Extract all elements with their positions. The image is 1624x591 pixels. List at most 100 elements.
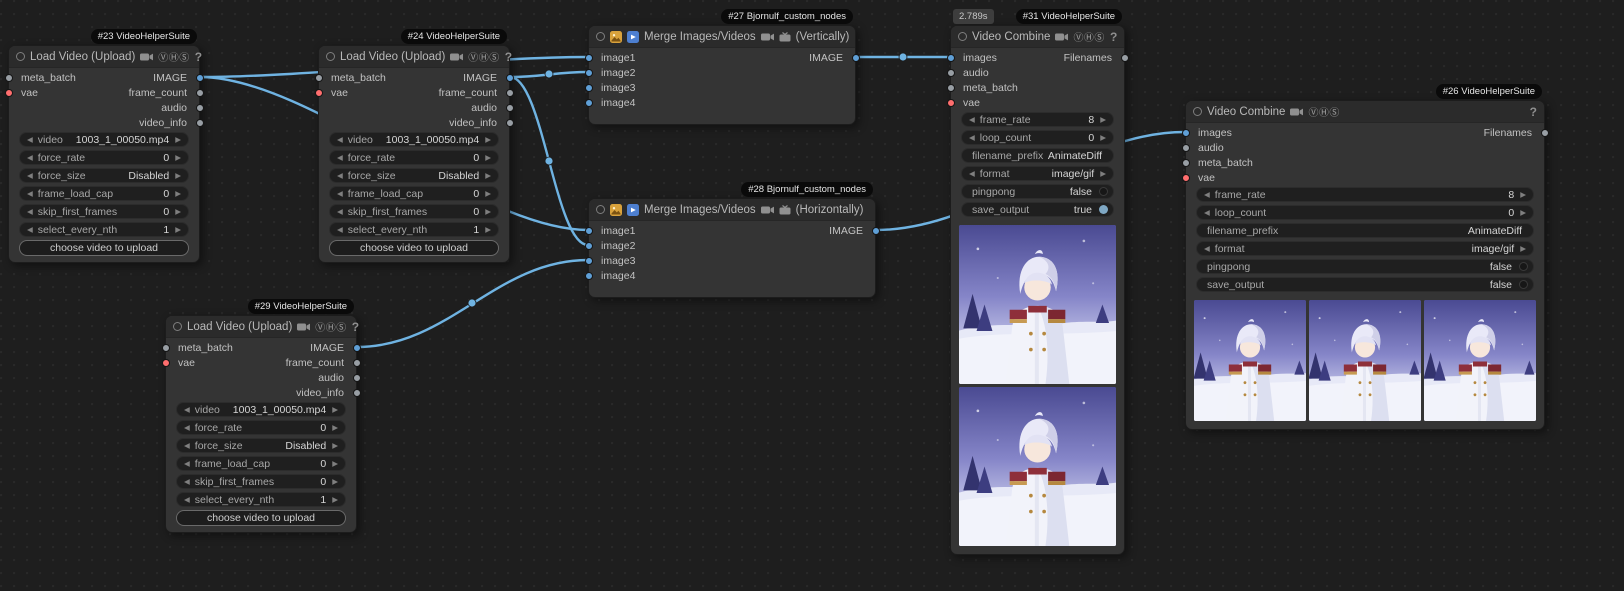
- arrow-right-icon[interactable]: ▶: [172, 190, 184, 198]
- input-slot-image4[interactable]: [585, 272, 593, 280]
- input-slot-vae[interactable]: [5, 89, 13, 97]
- widget-skip-first-frames[interactable]: ◀ skip_first_frames 0 ▶: [19, 204, 189, 219]
- arrow-left-icon[interactable]: ◀: [181, 424, 193, 432]
- widget-video[interactable]: ◀ video 1003_1_00050.mp4 ▶: [176, 402, 346, 417]
- widget-force-rate[interactable]: ◀ force_rate 0 ▶: [19, 150, 189, 165]
- widget-force-size[interactable]: ◀ force_size Disabled ▶: [19, 168, 189, 183]
- arrow-left-icon[interactable]: ◀: [1201, 209, 1213, 217]
- arrow-right-icon[interactable]: ▶: [1517, 245, 1529, 253]
- arrow-right-icon[interactable]: ▶: [172, 208, 184, 216]
- input-slot-images[interactable]: [947, 54, 955, 62]
- widget-select-every-nth[interactable]: ◀ select_every_nth 1 ▶: [329, 222, 499, 237]
- output-slot-frame-count[interactable]: [353, 359, 361, 367]
- node-header[interactable]: Video Combine ⓋⒽⓈ ?: [1186, 101, 1544, 123]
- widget-frame-load-cap[interactable]: ◀ frame_load_cap 0 ▶: [329, 186, 499, 201]
- arrow-left-icon[interactable]: ◀: [181, 496, 193, 504]
- node-26-video-combine[interactable]: #26 VideoHelperSuite Video Combine ⓋⒽⓈ ?…: [1185, 100, 1545, 430]
- output-slot-frame-count[interactable]: [506, 89, 514, 97]
- widget-loop-count[interactable]: ◀ loop_count 0 ▶: [1196, 205, 1534, 220]
- input-slot-image4[interactable]: [585, 99, 593, 107]
- collapse-icon[interactable]: [596, 205, 605, 214]
- input-slot-meta-batch[interactable]: [947, 84, 955, 92]
- gif-preview[interactable]: [1186, 295, 1544, 429]
- arrow-left-icon[interactable]: ◀: [1201, 191, 1213, 199]
- output-slot-audio[interactable]: [353, 374, 361, 382]
- arrow-right-icon[interactable]: ▶: [482, 136, 494, 144]
- arrow-left-icon[interactable]: ◀: [24, 154, 36, 162]
- output-slot-image[interactable]: [506, 74, 514, 82]
- help-icon[interactable]: ?: [505, 50, 512, 64]
- widget-frame-rate[interactable]: ◀ frame_rate 8 ▶: [961, 112, 1114, 127]
- node-header[interactable]: Load Video (Upload) ⓋⒽⓈ ?: [166, 316, 356, 338]
- output-slot-image[interactable]: [872, 227, 880, 235]
- output-slot-frame-count[interactable]: [196, 89, 204, 97]
- node-header[interactable]: Merge Images/Videos (Horizontally): [589, 199, 875, 221]
- arrow-left-icon[interactable]: ◀: [1201, 245, 1213, 253]
- output-slot-filenames[interactable]: [1541, 129, 1549, 137]
- help-icon[interactable]: ?: [1530, 105, 1537, 119]
- widget-format[interactable]: ◀ format image/gif ▶: [1196, 241, 1534, 256]
- collapse-icon[interactable]: [596, 32, 605, 41]
- widget-force-rate[interactable]: ◀ force_rate 0 ▶: [176, 420, 346, 435]
- input-slot-audio[interactable]: [1182, 144, 1190, 152]
- arrow-right-icon[interactable]: ▶: [1097, 134, 1109, 142]
- input-slot-vae[interactable]: [162, 359, 170, 367]
- input-slot-image3[interactable]: [585, 257, 593, 265]
- arrow-right-icon[interactable]: ▶: [329, 424, 341, 432]
- input-slot-meta-batch[interactable]: [162, 344, 170, 352]
- widget-force-size[interactable]: ◀ force_size Disabled ▶: [176, 438, 346, 453]
- arrow-left-icon[interactable]: ◀: [24, 208, 36, 216]
- input-slot-meta-batch[interactable]: [5, 74, 13, 82]
- input-slot-vae[interactable]: [947, 99, 955, 107]
- widget-frame-load-cap[interactable]: ◀ frame_load_cap 0 ▶: [19, 186, 189, 201]
- help-icon[interactable]: ?: [195, 50, 202, 64]
- output-slot-audio[interactable]: [196, 104, 204, 112]
- widget-filename-prefix[interactable]: filename_prefix AnimateDiff: [961, 148, 1114, 163]
- widget-format[interactable]: ◀ format image/gif ▶: [961, 166, 1114, 181]
- output-slot-image[interactable]: [852, 54, 860, 62]
- arrow-right-icon[interactable]: ▶: [482, 208, 494, 216]
- arrow-right-icon[interactable]: ▶: [329, 460, 341, 468]
- arrow-right-icon[interactable]: ▶: [1097, 170, 1109, 178]
- arrow-right-icon[interactable]: ▶: [1517, 191, 1529, 199]
- widget-skip-first-frames[interactable]: ◀ skip_first_frames 0 ▶: [329, 204, 499, 219]
- output-slot-image[interactable]: [353, 344, 361, 352]
- arrow-right-icon[interactable]: ▶: [329, 478, 341, 486]
- input-slot-image1[interactable]: [585, 54, 593, 62]
- widget-frame-rate[interactable]: ◀ frame_rate 8 ▶: [1196, 187, 1534, 202]
- collapse-icon[interactable]: [16, 52, 25, 61]
- choose-video-button[interactable]: choose video to upload: [176, 510, 346, 526]
- node-29-load-video[interactable]: #29 VideoHelperSuite Load Video (Upload)…: [165, 315, 357, 533]
- widget-video[interactable]: ◀ video 1003_1_00050.mp4 ▶: [19, 132, 189, 147]
- input-slot-meta-batch[interactable]: [1182, 159, 1190, 167]
- output-slot-video-info[interactable]: [353, 389, 361, 397]
- node-31-video-combine[interactable]: 2.789s #31 VideoHelperSuite Video Combin…: [950, 25, 1125, 555]
- input-slot-images[interactable]: [1182, 129, 1190, 137]
- arrow-right-icon[interactable]: ▶: [329, 442, 341, 450]
- widget-loop-count[interactable]: ◀ loop_count 0 ▶: [961, 130, 1114, 145]
- input-slot-image2[interactable]: [585, 242, 593, 250]
- arrow-right-icon[interactable]: ▶: [329, 406, 341, 414]
- arrow-right-icon[interactable]: ▶: [482, 190, 494, 198]
- input-slot-vae[interactable]: [1182, 174, 1190, 182]
- arrow-left-icon[interactable]: ◀: [334, 208, 346, 216]
- node-header[interactable]: Load Video (Upload) ⓋⒽⓈ ?: [319, 46, 509, 68]
- widget-select-every-nth[interactable]: ◀ select_every_nth 1 ▶: [176, 492, 346, 507]
- output-slot-video-info[interactable]: [196, 119, 204, 127]
- link-midpoint-dot[interactable]: [468, 299, 476, 307]
- link-midpoint-dot[interactable]: [545, 70, 553, 78]
- collapse-icon[interactable]: [326, 52, 335, 61]
- node-24-load-video[interactable]: #24 VideoHelperSuite Load Video (Upload)…: [318, 45, 510, 263]
- widget-save-output[interactable]: save_output true: [961, 202, 1114, 217]
- node-header[interactable]: Merge Images/Videos (Vertically): [589, 26, 855, 48]
- output-slot-audio[interactable]: [506, 104, 514, 112]
- widget-video[interactable]: ◀ video 1003_1_00050.mp4 ▶: [329, 132, 499, 147]
- arrow-right-icon[interactable]: ▶: [172, 172, 184, 180]
- arrow-left-icon[interactable]: ◀: [24, 226, 36, 234]
- collapse-icon[interactable]: [1193, 107, 1202, 116]
- output-slot-filenames[interactable]: [1121, 54, 1129, 62]
- widget-pingpong[interactable]: pingpong false: [1196, 259, 1534, 274]
- arrow-left-icon[interactable]: ◀: [334, 136, 346, 144]
- help-icon[interactable]: ?: [352, 320, 359, 334]
- widget-filename-prefix[interactable]: filename_prefix AnimateDiff: [1196, 223, 1534, 238]
